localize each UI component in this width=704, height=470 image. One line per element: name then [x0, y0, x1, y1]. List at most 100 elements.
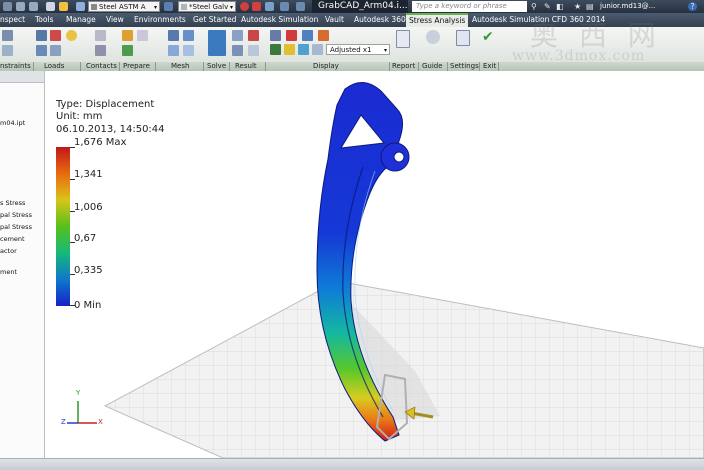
model-browser: m04.ipt s Stress pal Stress pal Stress c…	[0, 71, 45, 458]
legend-label: 1,341	[74, 169, 103, 180]
convergence-icon[interactable]	[183, 45, 194, 56]
tab-manage[interactable]: Manage	[66, 13, 96, 27]
communication-icon[interactable]: ◧	[556, 2, 564, 11]
simulate-icon[interactable]	[208, 30, 226, 56]
parametric-table-icon[interactable]	[248, 45, 259, 56]
group-result: Result	[235, 62, 257, 70]
browser-item-part[interactable]: m04.ipt	[0, 119, 25, 127]
ilogic-icon[interactable]	[265, 2, 274, 11]
group-contacts: Contacts	[86, 62, 117, 70]
status-bar	[0, 458, 704, 470]
select-icon[interactable]	[59, 2, 68, 11]
stress-settings-icon[interactable]	[456, 30, 470, 46]
smooth-shading-icon[interactable]	[284, 44, 295, 55]
contour-shading-icon[interactable]	[298, 44, 309, 55]
update-icon[interactable]	[76, 2, 85, 11]
tab-autodesk-simulation[interactable]: Autodesk Simulation	[241, 13, 318, 27]
appearance-dropdown[interactable]: *Steel Galv ▾	[178, 1, 236, 12]
graphics-viewport[interactable]: Type: Displacement Unit: mm 06.10.2013, …	[45, 71, 704, 458]
displacement-scale-dropdown[interactable]: Adjusted x1 ▾	[326, 44, 390, 55]
group-separator	[229, 62, 230, 71]
simplify-icon[interactable]	[122, 30, 133, 41]
tab-tools[interactable]: Tools	[35, 13, 53, 27]
browser-header	[0, 71, 44, 83]
result-type: Type: Displacement	[56, 99, 155, 110]
group-mesh: Mesh	[171, 62, 190, 70]
gravity-icon[interactable]	[50, 45, 61, 56]
help-icon[interactable]: ?	[688, 2, 697, 11]
clear-appearance-icon[interactable]	[240, 2, 249, 11]
idealizations-icon[interactable]	[137, 30, 148, 41]
force-icon[interactable]	[36, 30, 47, 41]
adjust-icon[interactable]	[252, 2, 261, 11]
material-swatch-icon	[91, 4, 97, 10]
triad-y-label: Y	[76, 389, 81, 397]
no-shading-icon[interactable]	[312, 44, 323, 55]
measure-icon[interactable]	[280, 2, 289, 11]
tab-inspect[interactable]: nspect	[0, 13, 25, 27]
bearing-load-icon[interactable]	[66, 30, 77, 41]
mesh-settings-icon[interactable]	[183, 30, 194, 41]
boundary-conditions-icon[interactable]	[270, 44, 281, 55]
ribbon-tabs: nspect Tools Manage View Environments Ge…	[0, 13, 704, 27]
animate-icon[interactable]	[232, 30, 243, 41]
legend-label-min: 0 Min	[74, 300, 102, 311]
group-display: Display	[313, 62, 339, 70]
chevron-down-icon: ▾	[153, 4, 157, 11]
mesh-view-icon[interactable]	[168, 30, 179, 41]
group-separator	[119, 62, 120, 71]
manual-contacts-icon[interactable]	[95, 45, 106, 56]
tab-autodesk-360[interactable]: Autodesk 360	[354, 13, 406, 27]
tab-view[interactable]: View	[106, 13, 124, 27]
customize-icon[interactable]	[296, 2, 305, 11]
search-input[interactable]: Type a keyword or phrase	[412, 1, 527, 12]
undo-icon[interactable]	[16, 2, 25, 11]
tab-environments[interactable]: Environments	[134, 13, 186, 27]
legend-label: 1,006	[74, 202, 103, 213]
pin-constraint-icon[interactable]	[2, 45, 13, 56]
color-legend-bar	[56, 147, 70, 306]
group-separator	[203, 62, 204, 71]
binoculars-icon[interactable]: ⚲	[531, 2, 537, 11]
report-icon[interactable]	[396, 30, 410, 48]
fixed-constraint-icon[interactable]	[2, 30, 13, 41]
checkmark-icon[interactable]: ✔	[482, 30, 496, 44]
prepare-icon[interactable]	[122, 45, 133, 56]
moment-icon[interactable]	[36, 45, 47, 56]
group-separator	[33, 62, 34, 71]
home-icon[interactable]	[46, 2, 55, 11]
convergence-plot-icon[interactable]	[232, 45, 243, 56]
tab-vault[interactable]: Vault	[325, 13, 344, 27]
tab-stress-analysis[interactable]: Stress Analysis	[406, 13, 469, 27]
material-dropdown[interactable]: Steel ASTM A ▾	[88, 1, 160, 12]
browser-item-displacement[interactable]: cement	[0, 235, 25, 243]
tab-get-started[interactable]: Get Started	[193, 13, 236, 27]
browser-item-safety-factor[interactable]: actor	[0, 247, 17, 255]
browser-item-principal-1[interactable]: pal Stress	[0, 211, 32, 219]
group-separator	[447, 62, 448, 71]
wrench-icon[interactable]: ✎	[544, 2, 551, 11]
user-account[interactable]: junior.md13@...	[600, 0, 655, 13]
pressure-icon[interactable]	[50, 30, 61, 41]
probe-labels-icon[interactable]	[286, 30, 297, 41]
guide-icon[interactable]	[426, 30, 440, 44]
favorites-icon[interactable]: ★	[574, 2, 581, 11]
group-separator	[498, 62, 499, 71]
probe-icon[interactable]	[248, 30, 259, 41]
subscription-icon[interactable]: ▤	[586, 2, 594, 11]
legend-label: 0,335	[74, 265, 103, 276]
max-value-icon[interactable]	[302, 30, 313, 41]
appearance-icon[interactable]	[164, 2, 173, 11]
browser-item-element[interactable]: ment	[0, 268, 17, 276]
browser-item-principal-3[interactable]: pal Stress	[0, 223, 32, 231]
color-bar-icon[interactable]	[270, 30, 281, 41]
browser-item-von-mises[interactable]: s Stress	[0, 199, 25, 207]
group-separator	[265, 62, 266, 71]
min-value-icon[interactable]	[318, 30, 329, 41]
redo-icon[interactable]	[29, 2, 38, 11]
tab-simulation-cfd[interactable]: Autodesk Simulation CFD 360 2014	[472, 13, 605, 27]
local-mesh-icon[interactable]	[168, 45, 179, 56]
result-unit: Unit: mm	[56, 111, 103, 122]
app-menu-icon[interactable]	[3, 2, 12, 11]
automatic-contacts-icon[interactable]	[95, 30, 106, 41]
